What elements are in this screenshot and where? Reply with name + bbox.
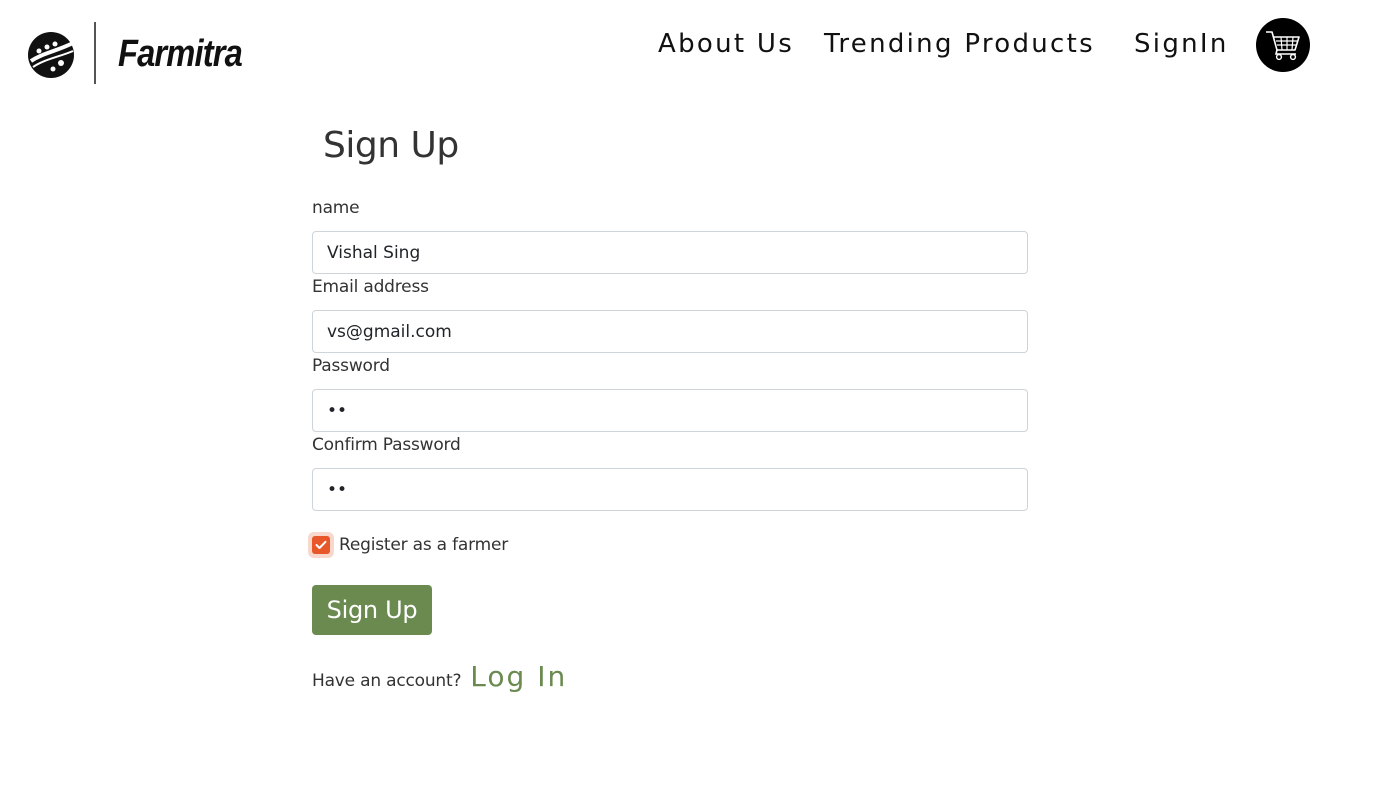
page-title: Sign Up — [323, 125, 459, 166]
account-prompt: Have an account? — [312, 671, 462, 691]
nav-about-us[interactable]: About Us — [658, 26, 794, 62]
brand-divider — [94, 22, 96, 84]
name-label: name — [312, 198, 360, 218]
cart-button[interactable] — [1256, 18, 1310, 72]
shopping-cart-icon — [1266, 31, 1300, 61]
account-row: Have an account? Log In — [312, 660, 567, 693]
checkbox-box — [312, 536, 330, 554]
confirm-password-label: Confirm Password — [312, 435, 461, 455]
name-field[interactable] — [312, 231, 1028, 274]
login-link[interactable]: Log In — [470, 660, 567, 693]
email-field[interactable] — [312, 310, 1028, 353]
leaf-badge-icon — [28, 31, 74, 78]
confirm-password-field[interactable] — [312, 468, 1028, 511]
farmer-checkbox-row: Register as a farmer — [308, 532, 508, 558]
farmer-checkbox[interactable] — [308, 532, 334, 558]
check-icon — [315, 540, 327, 549]
farmer-checkbox-label[interactable]: Register as a farmer — [339, 535, 508, 555]
sign-up-button[interactable]: Sign Up — [312, 585, 432, 635]
email-label: Email address — [312, 277, 429, 297]
password-field[interactable] — [312, 389, 1028, 432]
nav-trending-products[interactable]: Trending Products — [824, 26, 1095, 62]
brand[interactable]: Farmitra — [27, 22, 262, 84]
nav-signin[interactable]: SignIn — [1134, 26, 1229, 62]
brand-name: Farmitra — [118, 33, 243, 75]
password-label: Password — [312, 356, 390, 376]
signup-page: Farmitra About Us Trending Products Sign… — [0, 0, 1379, 797]
